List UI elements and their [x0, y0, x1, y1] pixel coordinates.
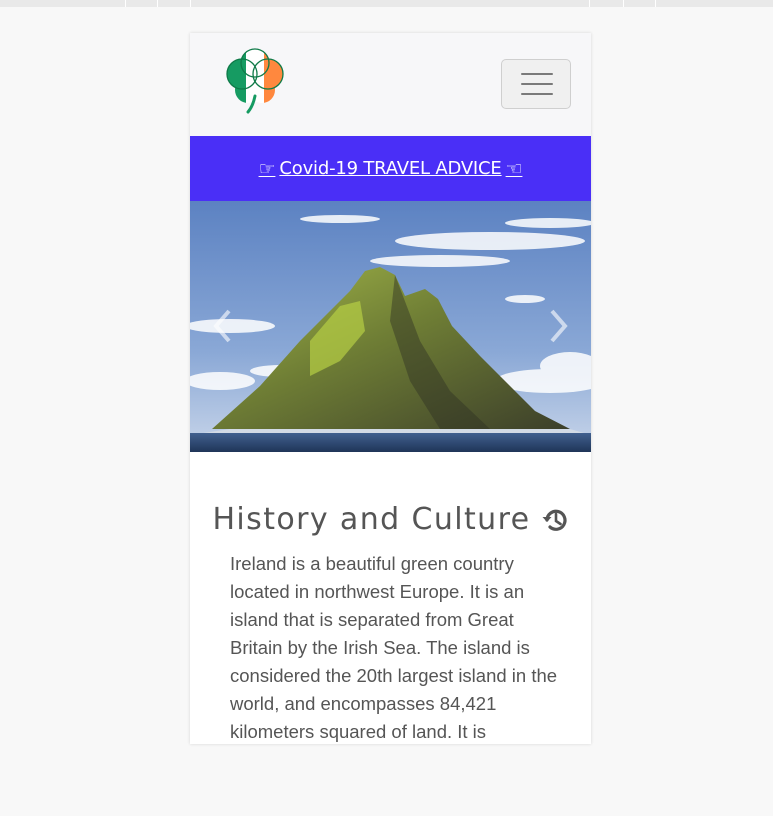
- carousel-next-button[interactable]: [539, 301, 579, 351]
- history-icon: [542, 509, 567, 531]
- strip-divider: [125, 0, 126, 7]
- browser-top-strip: [0, 0, 773, 7]
- hamburger-icon: [521, 83, 553, 85]
- island-photo: [190, 201, 591, 452]
- image-carousel: [190, 201, 591, 452]
- navbar: [190, 33, 591, 136]
- hand-point-right-icon: ☞: [258, 157, 276, 180]
- shamrock-logo-icon: [220, 46, 290, 116]
- shamrock-logo-link[interactable]: [220, 46, 290, 116]
- hamburger-icon: [521, 73, 553, 75]
- chevron-left-icon: [213, 309, 231, 343]
- covid-travel-advice-link[interactable]: ☞ Covid-19 TRAVEL ADVICE ☜: [259, 158, 523, 180]
- history-paragraph: Ireland is a beautiful green country loc…: [230, 553, 558, 742]
- section-heading: History and Culture: [190, 502, 591, 537]
- covid-link-text: Covid-19 TRAVEL ADVICE: [279, 158, 502, 179]
- history-culture-section: History and Culture Ireland is a beautif…: [190, 452, 591, 744]
- navbar-toggle-button[interactable]: [501, 59, 571, 109]
- heading-text: History and Culture: [212, 502, 531, 537]
- strip-divider: [157, 0, 158, 7]
- carousel-prev-button[interactable]: [202, 301, 242, 351]
- covid-banner: ☞ Covid-19 TRAVEL ADVICE ☜: [190, 136, 591, 201]
- mobile-viewport: ☞ Covid-19 TRAVEL ADVICE ☜ History and C…: [190, 33, 591, 744]
- chevron-right-icon: [550, 309, 568, 343]
- strip-divider: [655, 0, 656, 7]
- strip-divider: [190, 0, 191, 7]
- strip-divider: [623, 0, 624, 7]
- hand-point-left-icon: ☜: [505, 157, 523, 180]
- strip-divider: [589, 0, 590, 7]
- hamburger-icon: [521, 93, 553, 95]
